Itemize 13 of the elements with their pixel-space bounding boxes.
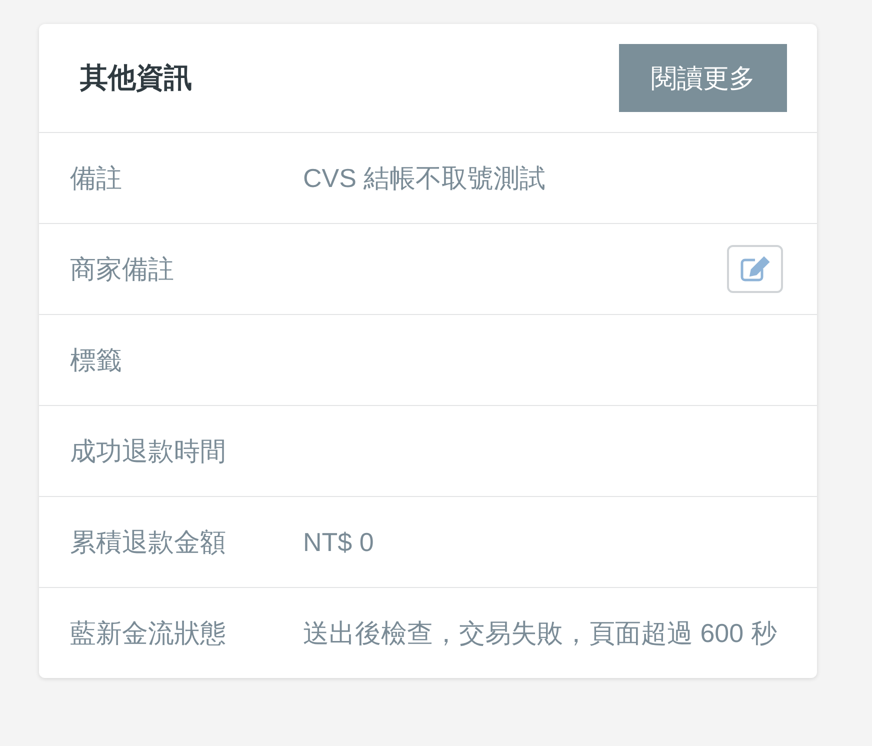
field-value: NT$ 0: [303, 526, 375, 559]
field-label: 累積退款金額: [70, 526, 227, 559]
field-label: 藍新金流狀態: [70, 617, 227, 650]
edit-button[interactable]: [727, 245, 783, 293]
field-label: 成功退款時間: [70, 435, 227, 468]
field-label: 備註: [70, 162, 123, 195]
field-value: 送出後檢查，交易失敗，頁面超過 600 秒: [303, 617, 778, 650]
field-value: CVS 結帳不取號測試: [303, 162, 547, 195]
read-more-button[interactable]: 閱讀更多: [619, 44, 787, 112]
field-label: 商家備註: [70, 253, 175, 286]
edit-icon: [739, 255, 771, 283]
field-label: 標籤: [70, 344, 123, 377]
panel-title: 其他資訊: [80, 61, 192, 95]
